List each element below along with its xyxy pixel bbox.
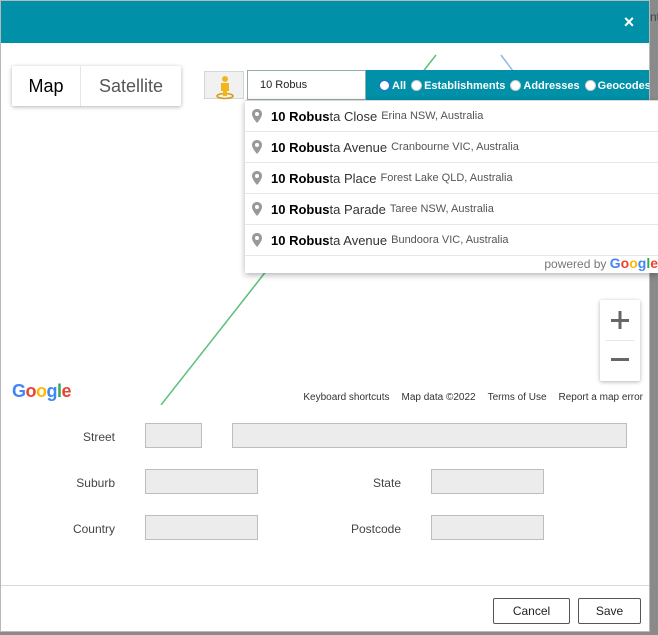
close-button[interactable]: × <box>619 11 639 33</box>
filter-all-label: All <box>392 79 407 92</box>
autocomplete-suggestions: 10 Robusta Close Erina NSW, Australia 10… <box>245 100 658 273</box>
radio-unchecked-icon <box>584 80 596 91</box>
report-map-error-link[interactable]: Report a map error <box>559 392 643 403</box>
dialog-header: × <box>1 1 649 43</box>
terms-of-use-link[interactable]: Terms of Use <box>488 392 547 403</box>
map-type-control: Map Satellite <box>12 66 181 106</box>
filter-geocodes-label: Geocodes <box>597 79 650 92</box>
location-pin-icon <box>252 233 262 247</box>
suggestion-secondary-text: Cranbourne VIC, Australia <box>391 141 519 153</box>
powered-by-google: powered by Google <box>544 255 658 271</box>
postcode-label: Postcode <box>350 522 401 536</box>
radio-unchecked-icon <box>510 80 522 91</box>
powered-by-google-logo: Google <box>609 255 658 271</box>
map-data-text[interactable]: Map data ©2022 <box>402 392 476 403</box>
powered-by-text: powered by <box>544 257 607 271</box>
filter-addresses-radio[interactable]: Addresses <box>510 79 580 92</box>
suggestion-main-text: 10 Robusta Avenue <box>271 140 387 155</box>
background-page-text: nt <box>650 10 658 24</box>
cancel-button[interactable]: Cancel <box>493 598 570 624</box>
google-logo[interactable]: Google <box>12 381 72 402</box>
suggestion-secondary-text: Forest Lake QLD, Australia <box>380 172 513 184</box>
location-pin-icon <box>252 140 262 154</box>
suggestion-match-text: 10 Robus <box>271 170 330 186</box>
filter-addresses-label: Addresses <box>523 79 580 92</box>
country-field[interactable] <box>145 515 258 540</box>
zoom-out-button[interactable] <box>600 340 640 380</box>
suggestion-main-text: 10 Robusta Close <box>271 109 377 124</box>
filter-establishments-label: Establishments <box>424 79 506 92</box>
google-logo-letter: e <box>61 381 72 401</box>
map-type-satellite-button[interactable]: Satellite <box>81 66 181 106</box>
state-field[interactable] <box>431 469 544 494</box>
suggestion-match-text: 10 Robus <box>271 108 330 124</box>
suggestion-rest-text: ta Place <box>329 170 377 186</box>
suggestion-item[interactable]: 10 Robusta Place Forest Lake QLD, Austra… <box>245 163 658 194</box>
google-logo-letter: o <box>36 381 47 401</box>
address-search-input[interactable] <box>247 70 366 100</box>
suggestion-main-text: 10 Robusta Place <box>271 171 377 186</box>
suggestion-match-text: 10 Robus <box>271 201 330 217</box>
google-logo-letter: G <box>12 381 26 401</box>
radio-unchecked-icon <box>411 80 423 91</box>
suggestion-match-text: 10 Robus <box>271 232 330 248</box>
address-dialog: × Map Satellite All Establishments Addre… <box>0 0 650 632</box>
pegman-icon <box>216 76 234 100</box>
location-pin-icon <box>252 202 262 216</box>
filter-all-radio[interactable]: All <box>379 80 406 92</box>
search-filter-bar: All Establishments Addresses Geocodes <box>366 70 650 101</box>
suggestion-item[interactable]: 10 Robusta Avenue Bundoora VIC, Australi… <box>245 225 658 256</box>
street-label: Street <box>82 430 115 444</box>
suburb-label: Suburb <box>76 476 115 490</box>
suggestion-secondary-text: Erina NSW, Australia <box>381 110 484 122</box>
google-logo-letter: g <box>46 381 58 401</box>
dialog-footer: Cancel Save <box>1 585 649 631</box>
filter-establishments-radio[interactable]: Establishments <box>411 80 505 92</box>
country-label: Country <box>72 522 115 536</box>
street-number-field[interactable] <box>145 423 202 448</box>
suggestion-main-text: 10 Robusta Parade <box>271 202 386 217</box>
suggestion-rest-text: ta Avenue <box>329 139 388 155</box>
location-pin-icon <box>252 171 262 185</box>
plus-icon <box>611 311 629 329</box>
suggestion-item[interactable]: 10 Robusta Close Erina NSW, Australia <box>245 101 658 132</box>
map-attribution-bar: Keyboard shortcuts Map data ©2022 Terms … <box>301 392 645 403</box>
filter-geocodes-radio[interactable]: Geocodes <box>584 79 650 92</box>
suggestion-rest-text: ta Close <box>329 108 378 124</box>
suggestion-rest-text: ta Parade <box>329 201 386 217</box>
suggestion-item[interactable]: 10 Robusta Avenue Cranbourne VIC, Austra… <box>245 132 658 163</box>
postcode-field[interactable] <box>431 515 544 540</box>
map-type-map-button[interactable]: Map <box>12 66 81 106</box>
suggestion-secondary-text: Taree NSW, Australia <box>389 203 494 215</box>
zoom-in-button[interactable] <box>600 300 640 340</box>
suggestion-item[interactable]: 10 Robusta Parade Taree NSW, Australia <box>245 194 658 225</box>
location-pin-icon <box>252 109 262 123</box>
suggestion-rest-text: ta Avenue <box>329 232 388 248</box>
minus-icon <box>611 358 629 361</box>
address-form: Street Suburb State Country Postcode <box>1 405 649 585</box>
radio-checked-icon <box>379 80 390 91</box>
suggestion-main-text: 10 Robusta Avenue <box>271 233 387 248</box>
suggestion-secondary-text: Bundoora VIC, Australia <box>391 234 509 246</box>
save-button[interactable]: Save <box>578 598 641 624</box>
street-name-field[interactable] <box>232 423 627 448</box>
state-label: State <box>372 476 401 490</box>
suggestion-match-text: 10 Robus <box>271 139 330 155</box>
street-view-pegman-button[interactable] <box>204 71 244 100</box>
keyboard-shortcuts-link[interactable]: Keyboard shortcuts <box>303 392 389 403</box>
suburb-field[interactable] <box>145 469 258 494</box>
google-logo-letter: o <box>25 381 37 401</box>
zoom-control <box>600 300 640 381</box>
